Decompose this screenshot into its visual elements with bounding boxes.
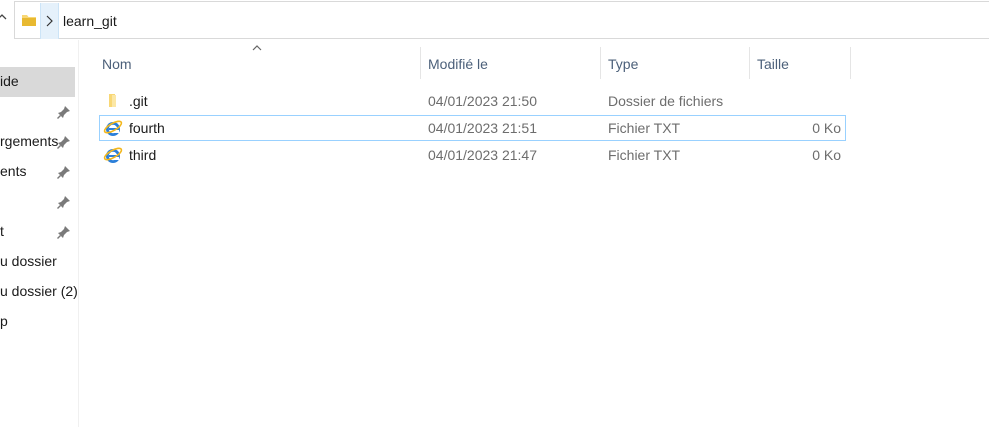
pin-icon[interactable] <box>57 195 71 209</box>
file-size: 0 Ko <box>812 120 841 136</box>
address-bar-row: learn_git <box>0 0 989 40</box>
chevron-right-icon <box>46 15 53 27</box>
file-modified: 04/01/2023 21:50 <box>428 93 537 109</box>
nav-item-4[interactable] <box>0 187 78 217</box>
address-bar[interactable]: learn_git <box>14 1 989 39</box>
nav-item-1[interactable] <box>0 97 78 127</box>
nav-item-0[interactable]: ide <box>0 67 75 97</box>
up-chevron-icon[interactable] <box>0 12 7 22</box>
nav-item-label: rgements <box>0 133 59 149</box>
file-row[interactable]: .git 04/01/2023 21:50 Dossier de fichier… <box>99 88 846 114</box>
nav-item-7[interactable]: u dossier (2) <box>0 277 78 307</box>
nav-item-label: ide <box>0 73 19 89</box>
nav-item-label: u dossier <box>0 253 57 269</box>
nav-item-2[interactable]: rgements <box>0 127 78 157</box>
file-size: 0 Ko <box>812 147 841 163</box>
column-header-label: Modifié le <box>428 56 488 72</box>
nav-item-label: t <box>0 223 4 239</box>
file-modified: 04/01/2023 21:47 <box>428 147 537 163</box>
nav-item-6[interactable]: u dossier <box>0 247 78 277</box>
nav-item-3[interactable]: ents <box>0 157 78 187</box>
file-row[interactable]: third 04/01/2023 21:47 Fichier TXT 0 Ko <box>99 142 846 168</box>
breadcrumb-learn-git[interactable]: learn_git <box>63 13 117 29</box>
column-header-type[interactable]: Type <box>601 47 749 79</box>
nav-item-label: p <box>0 313 8 329</box>
column-header-label: Taille <box>757 56 789 72</box>
file-name: .git <box>129 93 148 109</box>
internet-explorer-icon <box>103 120 123 136</box>
internet-explorer-icon <box>103 147 123 163</box>
nav-item-5[interactable]: t <box>0 217 78 247</box>
folder-icon <box>109 94 116 107</box>
breadcrumb-separator-button[interactable] <box>40 3 59 39</box>
column-header-size[interactable]: Taille <box>750 47 850 79</box>
column-divider[interactable] <box>850 47 851 79</box>
pin-icon[interactable] <box>57 165 71 179</box>
file-type: Fichier TXT <box>608 147 681 163</box>
file-name: third <box>129 147 157 163</box>
pin-icon[interactable] <box>57 225 71 239</box>
file-name: fourth <box>129 120 165 136</box>
column-header-label: Type <box>608 56 639 72</box>
file-modified: 04/01/2023 21:51 <box>428 120 537 136</box>
file-type: Dossier de fichiers <box>608 93 724 109</box>
column-header-name[interactable]: Nom <box>95 47 420 79</box>
file-row[interactable]: fourth 04/01/2023 21:51 Fichier TXT 0 Ko <box>99 115 846 141</box>
column-header-modified[interactable]: Modifié le <box>421 47 600 79</box>
nav-item-8[interactable]: p <box>0 307 78 337</box>
file-type: Fichier TXT <box>608 120 681 136</box>
file-explorer-window: learn_git ide rgements ents t u dossier … <box>0 0 989 427</box>
pin-icon[interactable] <box>57 105 71 119</box>
folder-icon <box>22 15 36 26</box>
nav-item-label: u dossier (2) <box>0 283 78 299</box>
nav-item-label: ents <box>0 163 27 179</box>
navigation-pane: ide rgements ents t u dossier u dossier … <box>0 40 79 427</box>
column-header-label: Nom <box>102 56 132 72</box>
pin-icon[interactable] <box>57 135 71 149</box>
